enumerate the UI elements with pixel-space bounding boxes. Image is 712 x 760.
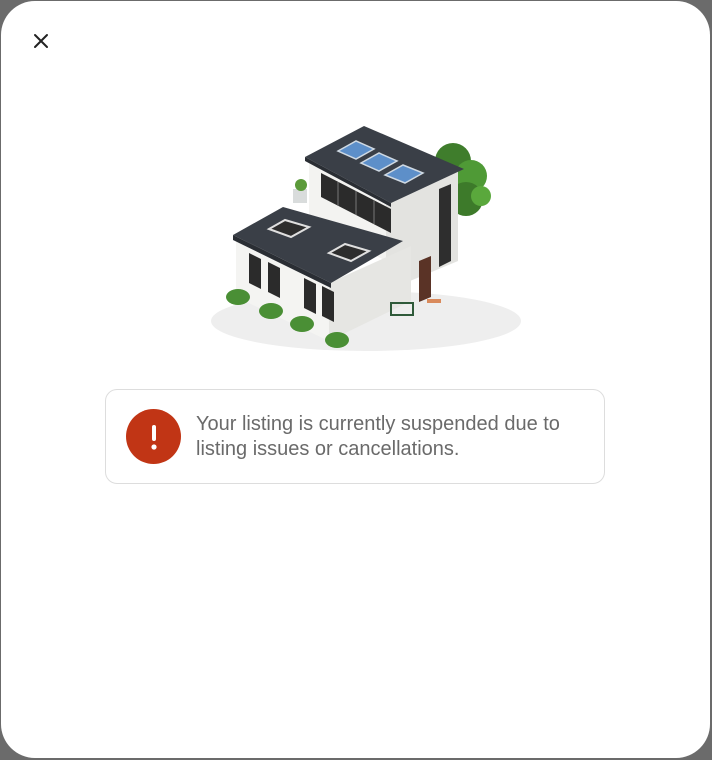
alert-message: Your listing is currently suspended due … bbox=[196, 412, 560, 460]
close-button[interactable] bbox=[25, 25, 57, 57]
suspension-alert: Your listing is currently suspended due … bbox=[105, 389, 605, 484]
house-illustration bbox=[211, 126, 521, 351]
alert-icon-badge bbox=[126, 409, 181, 464]
exclamation-icon bbox=[150, 424, 157, 450]
close-icon bbox=[34, 34, 48, 48]
suspension-modal: Your listing is currently suspended due … bbox=[1, 1, 710, 758]
